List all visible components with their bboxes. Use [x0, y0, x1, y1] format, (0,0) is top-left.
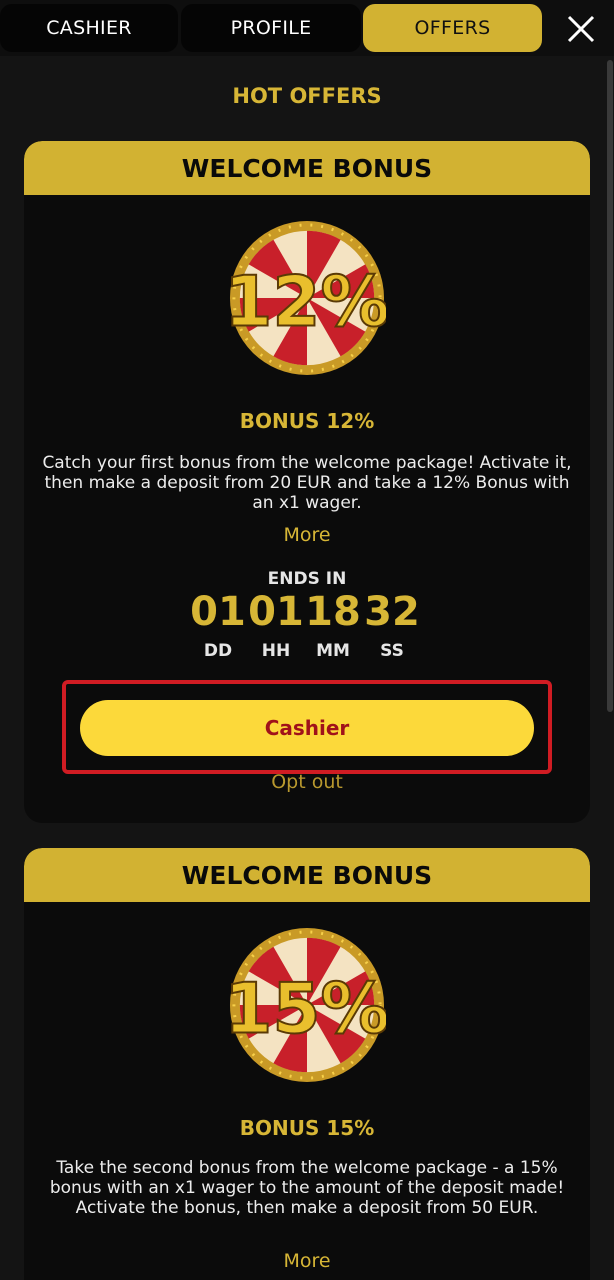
countdown-timer: 01 01 18 32 DD HH MM SS — [24, 589, 590, 669]
timer-days-unit: DD — [203, 641, 233, 661]
bonus-title: BONUS 15% — [239, 1116, 375, 1140]
bonus-percent-text: 12% — [228, 263, 386, 343]
bonus-title: BONUS 12% — [239, 409, 375, 433]
offer-card: WELCOME BONUS 15% BONUS 15% Take the sec… — [24, 848, 590, 1280]
more-link[interactable]: More — [24, 1250, 590, 1272]
close-icon — [567, 15, 595, 43]
offer-card-header: WELCOME BONUS — [24, 141, 590, 195]
timer-minutes-value: 18 — [305, 589, 361, 635]
tab-profile[interactable]: PROFILE — [181, 4, 361, 52]
bonus-percent-text: 15% — [228, 970, 386, 1050]
timer-hours-value: 01 — [248, 589, 304, 635]
offer-card: WELCOME BONUS 12% BONUS 12% Catch your f… — [24, 141, 590, 823]
tab-cashier[interactable]: CASHIER — [0, 4, 178, 52]
cta-highlight-box: Cashier — [62, 680, 552, 774]
offer-card-header: WELCOME BONUS — [24, 848, 590, 902]
timer-seconds-unit: SS — [380, 641, 404, 661]
ends-in-label: ENDS IN — [267, 569, 347, 589]
timer-hours-unit: HH — [261, 641, 291, 661]
close-button[interactable] — [560, 8, 602, 50]
cashier-button[interactable]: Cashier — [80, 700, 534, 756]
bonus-wheel-badge: 15% — [228, 927, 386, 1083]
bonus-wheel-badge: 12% — [228, 220, 386, 376]
scrollbar-thumb[interactable] — [607, 60, 613, 712]
bonus-description: Catch your first bonus from the welcome … — [42, 453, 572, 513]
timer-seconds-value: 32 — [364, 589, 420, 635]
timer-minutes-unit: MM — [316, 641, 350, 661]
bonus-description: Take the second bonus from the welcome p… — [49, 1158, 565, 1218]
top-tab-bar: CASHIER PROFILE OFFERS — [0, 0, 614, 56]
tab-offers[interactable]: OFFERS — [363, 4, 542, 52]
timer-days-value: 01 — [190, 589, 246, 635]
more-link[interactable]: More — [24, 524, 590, 546]
opt-out-link[interactable]: Opt out — [24, 771, 590, 793]
section-title: HOT OFFERS — [232, 84, 382, 108]
